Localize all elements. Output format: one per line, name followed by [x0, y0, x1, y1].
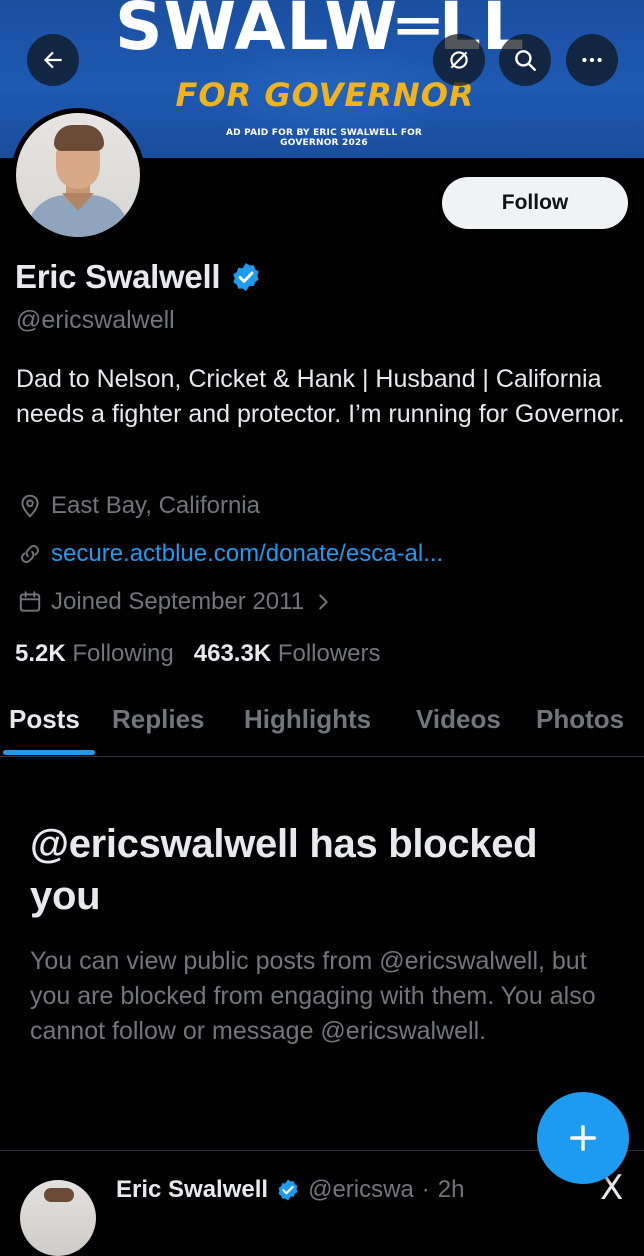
compose-button[interactable]	[537, 1092, 629, 1184]
translate-icon	[450, 51, 468, 69]
following-count: 5.2K	[15, 640, 66, 667]
follow-stats: 5.2K Following 463.3K Followers	[15, 640, 381, 668]
joined-text: Joined September 2011	[51, 588, 305, 615]
followers-count: 463.3K	[193, 640, 272, 667]
location-row: East Bay, California	[17, 492, 260, 520]
banner-disclaimer: AD PAID FOR BY ERIC SWALWELL FOR GOVERNO…	[225, 128, 423, 148]
back-button[interactable]	[27, 34, 79, 86]
active-tab-indicator	[3, 750, 95, 755]
followers-label: Followers	[277, 640, 381, 667]
tab-replies[interactable]: Replies	[112, 704, 205, 735]
tabs-divider	[0, 756, 644, 757]
follow-button[interactable]: Follow	[442, 177, 628, 229]
profile-avatar[interactable]	[11, 108, 145, 242]
post-avatar[interactable]	[20, 1180, 96, 1256]
display-name: Eric Swalwell	[15, 258, 221, 295]
profile-handle: @ericswalwell	[16, 306, 175, 334]
verified-badge-icon[interactable]	[230, 261, 262, 293]
tab-highlights[interactable]: Highlights	[244, 704, 371, 735]
search-button[interactable]	[499, 34, 551, 86]
blocked-body: You can view public posts from @ericswal…	[30, 947, 596, 1045]
following-label: Following	[72, 640, 174, 667]
link-icon	[21, 545, 39, 563]
arrow-left-icon	[43, 51, 62, 69]
verified-badge-icon	[278, 1179, 298, 1201]
website-link[interactable]: secure.actblue.com/donate/esca-al...	[51, 540, 443, 568]
tab-posts[interactable]: Posts	[9, 704, 80, 735]
location-text: East Bay, California	[51, 492, 260, 519]
location-pin-icon	[21, 494, 39, 518]
tab-photos[interactable]: Photos	[536, 704, 624, 735]
calendar-icon	[19, 591, 41, 612]
blocked-title: @ericswalwell has blocked you	[30, 822, 538, 918]
more-horizontal-icon	[582, 57, 602, 63]
more-button[interactable]	[566, 34, 618, 86]
joined-row: Joined September 2011	[17, 588, 334, 616]
profile-bio: Dad to Nelson, Cricket & Hank | Husband …	[16, 365, 625, 428]
plus-icon	[569, 1124, 597, 1152]
search-icon	[515, 50, 536, 71]
profile-tabs: Posts Replies Highlights Videos Photos	[0, 688, 644, 756]
followers-stat[interactable]: 463.3K Followers	[194, 640, 381, 668]
translate-button[interactable]	[433, 34, 485, 86]
banner-subtitle: FOR GOVERNOR	[175, 76, 475, 114]
tab-videos[interactable]: Videos	[416, 704, 501, 735]
following-stat[interactable]: 5.2K Following	[15, 640, 174, 668]
avatar-photo	[16, 113, 140, 237]
chevron-right-icon[interactable]	[312, 591, 334, 613]
website-row: secure.actblue.com/donate/esca-al...	[17, 540, 443, 568]
name-row: Eric Swalwell	[15, 258, 262, 296]
